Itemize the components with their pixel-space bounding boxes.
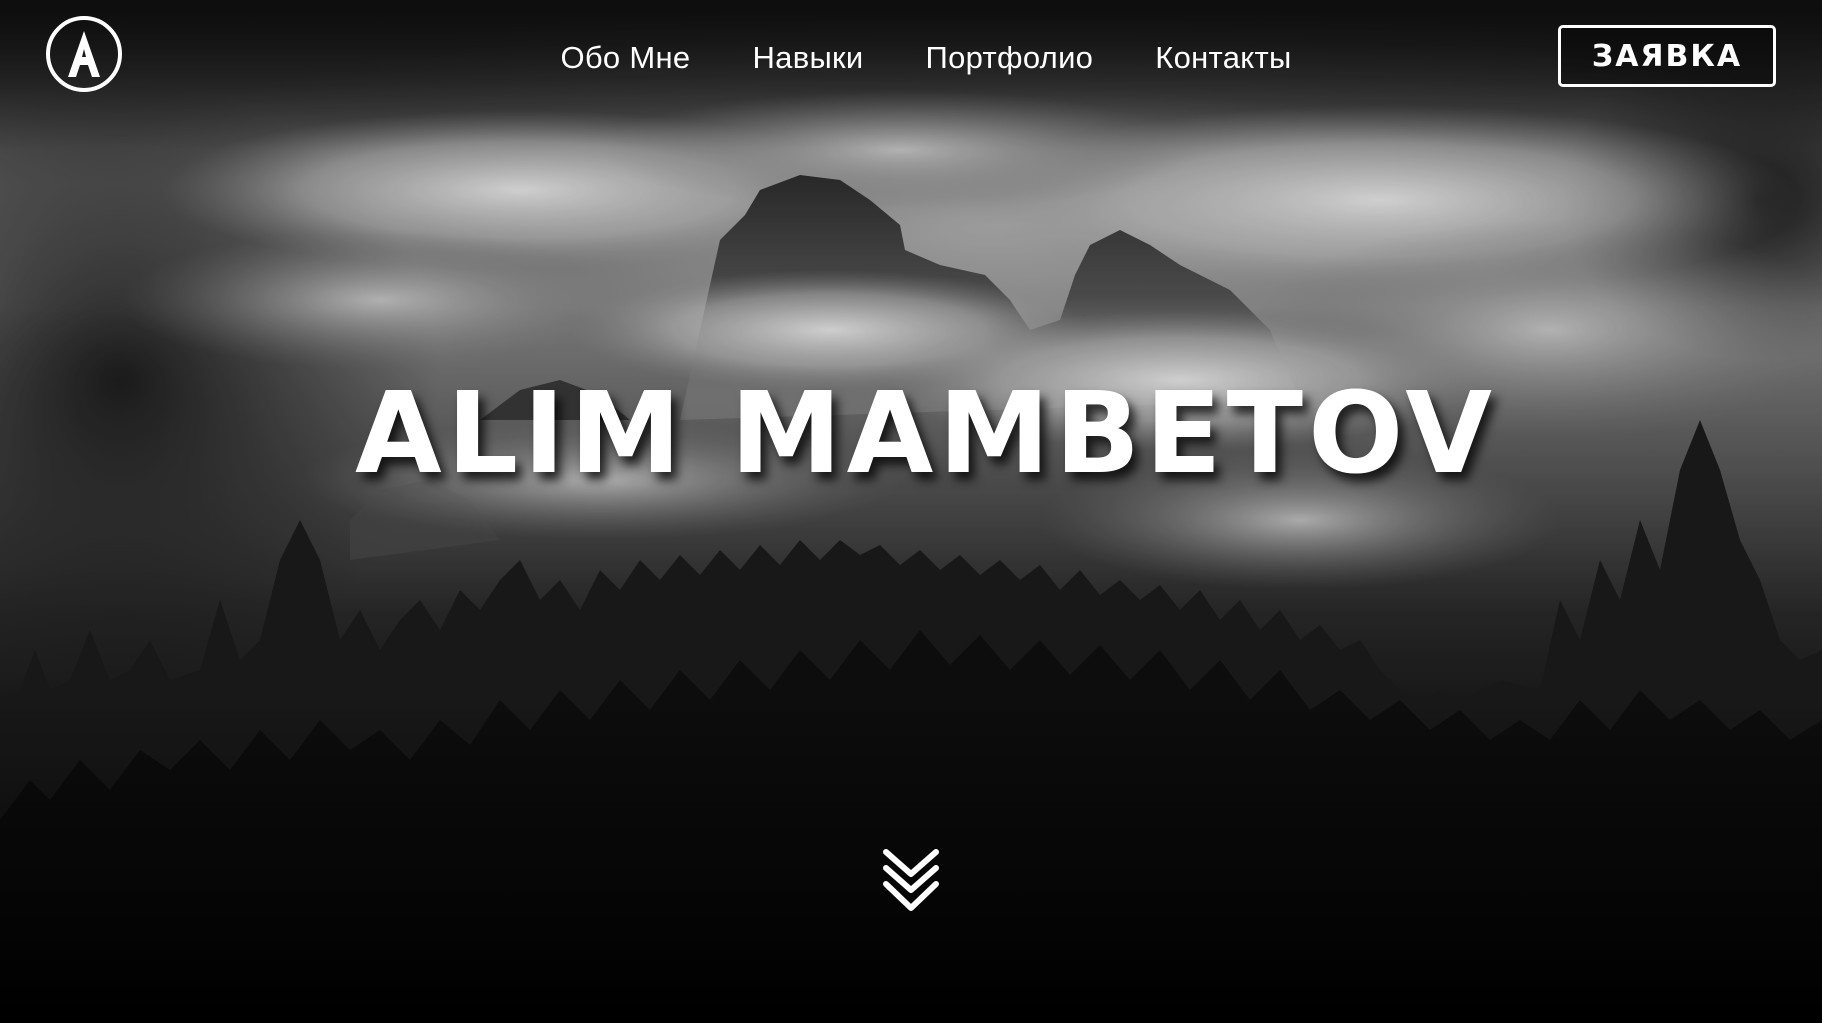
hero-section: Обо Мне Навыки Портфолио Контакты ЗАЯВКА…: [0, 0, 1822, 1023]
scroll-down-button[interactable]: [880, 846, 942, 918]
main-nav: Обо Мне Навыки Портфолио Контакты: [0, 36, 1822, 80]
double-chevron-down-icon: [883, 849, 939, 911]
hero-title: ALIM MAMBETOV: [355, 369, 1497, 499]
nav-item-skills[interactable]: Навыки: [752, 36, 863, 80]
nav-item-portfolio[interactable]: Портфолио: [926, 36, 1094, 80]
nav-item-about[interactable]: Обо Мне: [560, 36, 690, 80]
request-button[interactable]: ЗАЯВКА: [1558, 25, 1776, 87]
nav-item-contacts[interactable]: Контакты: [1155, 36, 1291, 80]
